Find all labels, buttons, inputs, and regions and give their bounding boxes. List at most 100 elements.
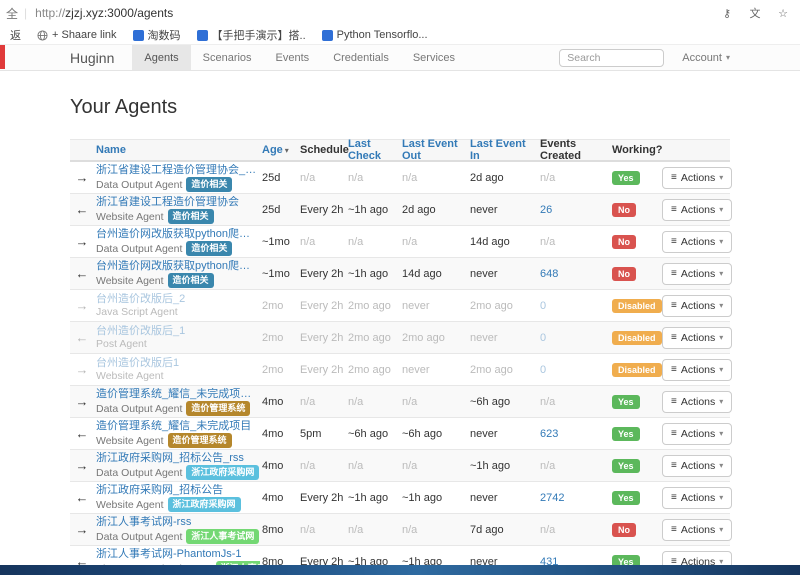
brand-huginn[interactable]: Huginn	[70, 45, 114, 70]
bookmark-favicon	[133, 30, 144, 41]
events-count-link[interactable]: 0	[540, 364, 546, 376]
events-count-link[interactable]: 0	[540, 300, 546, 312]
account-menu[interactable]: Account ▾	[682, 52, 730, 64]
column-header-name[interactable]: Name	[94, 144, 260, 156]
actions-button[interactable]: ≡Actions▾	[662, 359, 732, 381]
agent-name-link[interactable]: 浙江省建设工程造价管理协会_rss	[96, 164, 258, 177]
agent-name-link[interactable]: 浙江人事考试网-PhantomJs-1	[96, 548, 258, 561]
agent-name-link[interactable]: 浙江省建设工程造价管理协会	[96, 196, 258, 209]
actions-button[interactable]: ≡Actions▾	[662, 167, 732, 189]
last-event-out-cell: n/a	[400, 524, 468, 536]
bookmark-label: 【手把手演示】搭..	[212, 27, 306, 43]
scenario-badge[interactable]: 浙江人事考试网	[186, 531, 259, 543]
nav-item-events[interactable]: Events	[264, 45, 322, 70]
key-icon[interactable]: ⚷	[720, 6, 734, 20]
scenario-badge[interactable]: 造价相关	[186, 243, 232, 255]
actions-button[interactable]: ≡Actions▾	[662, 327, 732, 349]
events-count-link[interactable]: 623	[540, 428, 558, 440]
age-cell: 4mo	[260, 492, 298, 504]
scenario-badge[interactable]: 浙江政府采购网	[168, 499, 241, 511]
column-header-last-check[interactable]: Last Check	[346, 138, 400, 162]
url-text[interactable]: http://zjzj.xyz:3000/agents	[35, 6, 173, 20]
working-status-badge: No	[612, 267, 636, 281]
bookmark-item[interactable]: Python Tensorflo...	[322, 29, 428, 41]
window-edge-accent	[0, 45, 5, 69]
agent-name-link[interactable]: 台州造价改版后1	[96, 357, 258, 370]
last-event-out-cell: never	[400, 300, 468, 312]
column-header-last-event-in[interactable]: Last Event In	[468, 138, 538, 162]
last-event-in-cell: never	[468, 492, 538, 504]
event-source-arrow-icon: →	[76, 458, 89, 473]
agent-name-link[interactable]: 浙江政府采购网_招标公告	[96, 484, 258, 497]
event-source-arrow-icon: →	[76, 362, 89, 377]
actions-button[interactable]: ≡Actions▾	[662, 263, 732, 285]
nav-item-agents[interactable]: Agents	[132, 45, 190, 70]
menu-icon: ≡	[671, 204, 677, 215]
scenario-badge[interactable]: 造价相关	[186, 179, 232, 191]
actions-button[interactable]: ≡Actions▾	[662, 295, 732, 317]
actions-button[interactable]: ≡Actions▾	[662, 423, 732, 445]
agent-name-link[interactable]: 造价管理系统_耀信_未完成项目	[96, 420, 258, 433]
events-count-link[interactable]: 648	[540, 268, 558, 280]
actions-button[interactable]: ≡Actions▾	[662, 487, 732, 509]
bookmark-item[interactable]: + Shaare link	[37, 29, 117, 41]
agent-name-link[interactable]: 浙江人事考试网-rss	[96, 516, 258, 529]
translate-icon[interactable]: 文	[748, 6, 762, 20]
menu-icon: ≡	[671, 332, 677, 343]
age-cell: 2mo	[260, 332, 298, 344]
schedule-cell: n/a	[298, 172, 346, 184]
last-check-cell: 2mo ago	[346, 364, 400, 376]
last-event-out-cell: n/a	[400, 236, 468, 248]
bookmark-item[interactable]: 【手把手演示】搭..	[197, 27, 306, 43]
column-header-age[interactable]: Age▾	[260, 144, 298, 156]
agent-name-link[interactable]: 台州造价改版后_1	[96, 325, 258, 338]
agent-name-link[interactable]: 造价管理系统_耀信_未完成项目_rss	[96, 388, 258, 401]
working-status-badge: Disabled	[612, 331, 662, 345]
age-cell: 2mo	[260, 364, 298, 376]
column-header-events-created: Events Created	[538, 138, 610, 162]
search-input[interactable]	[559, 49, 664, 67]
column-header-last-event-out[interactable]: Last Event Out	[400, 138, 468, 162]
actions-button[interactable]: ≡Actions▾	[662, 231, 732, 253]
agent-type-label: Data Output Agent	[96, 467, 182, 479]
actions-button[interactable]: ≡Actions▾	[662, 391, 732, 413]
bookmark-label: 淘数码	[148, 27, 181, 43]
bookmark-item[interactable]: 返	[10, 27, 21, 43]
actions-button[interactable]: ≡Actions▾	[662, 199, 732, 221]
scenario-badge[interactable]: 造价相关	[168, 275, 214, 287]
agent-name-link[interactable]: 台州造价网改版获取python爬取的数据_rss	[96, 228, 258, 241]
scenario-badge[interactable]: 造价管理系统	[168, 435, 232, 447]
last-event-out-cell: 2mo ago	[400, 332, 468, 344]
events-count-link[interactable]: 26	[540, 204, 552, 216]
last-event-in-cell: ~6h ago	[468, 396, 538, 408]
age-cell: 25d	[260, 172, 298, 184]
menu-icon: ≡	[671, 236, 677, 247]
scenario-badge[interactable]: 造价相关	[168, 211, 214, 223]
table-row: ← 浙江省建设工程造价管理协会 Website Agent造价相关 25d Ev…	[70, 194, 730, 226]
desktop-background-sliver	[0, 565, 800, 575]
event-source-arrow-icon: →	[76, 298, 89, 313]
last-event-out-cell: ~1h ago	[400, 492, 468, 504]
events-count-link[interactable]: 0	[540, 332, 546, 344]
last-event-in-cell: never	[468, 332, 538, 344]
working-status-badge: Disabled	[612, 363, 662, 377]
bookmark-star-icon[interactable]: ☆	[776, 6, 790, 20]
nav-item-scenarios[interactable]: Scenarios	[191, 45, 264, 70]
events-count-link[interactable]: 2742	[540, 492, 564, 504]
nav-item-credentials[interactable]: Credentials	[321, 45, 401, 70]
scenario-badge[interactable]: 造价管理系统	[186, 403, 250, 415]
nav-item-services[interactable]: Services	[401, 45, 467, 70]
events-created-cell: 2742	[538, 492, 610, 504]
table-row: ← 浙江政府采购网_招标公告 Website Agent浙江政府采购网 4mo …	[70, 482, 730, 514]
actions-button[interactable]: ≡Actions▾	[662, 519, 732, 541]
scenario-badge[interactable]: 浙江政府采购网	[186, 467, 259, 479]
agent-name-link[interactable]: 浙江政府采购网_招标公告_rss	[96, 452, 258, 465]
menu-icon: ≡	[671, 396, 677, 407]
globe-icon	[37, 30, 48, 41]
actions-button[interactable]: ≡Actions▾	[662, 455, 732, 477]
agent-name-link[interactable]: 台州造价网改版获取python爬取的数据	[96, 260, 258, 273]
table-row: → 台州造价改版后_2 Java Script Agent 2mo Every …	[70, 290, 730, 322]
agent-name-link[interactable]: 台州造价改版后_2	[96, 293, 258, 306]
bookmark-item[interactable]: 淘数码	[133, 27, 181, 43]
events-created-cell: 0	[538, 300, 610, 312]
